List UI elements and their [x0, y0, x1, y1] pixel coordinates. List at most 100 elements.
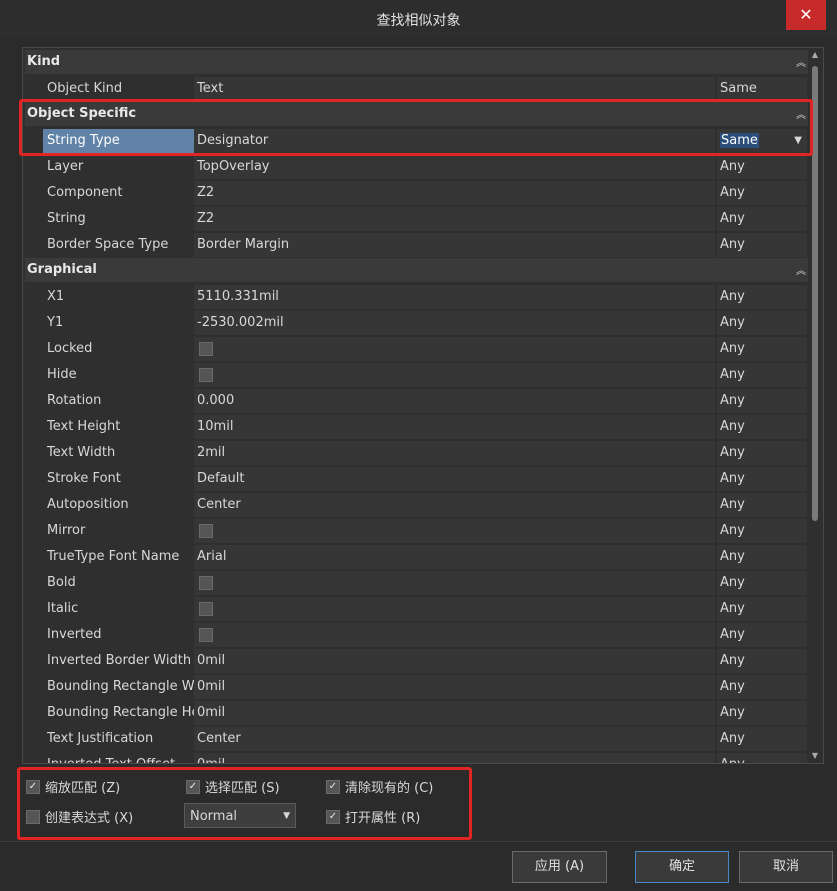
scroll-down-icon[interactable]: ▼	[809, 751, 821, 760]
property-row[interactable]: Component Z2 Any	[25, 180, 808, 206]
match-mode[interactable]: Any	[717, 155, 807, 179]
property-row[interactable]: Inverted Text Offset0mil Any	[25, 752, 808, 763]
footer-divider	[0, 841, 837, 842]
property-value[interactable]: Default	[194, 467, 715, 491]
property-value[interactable]: Arial	[194, 545, 715, 569]
property-value[interactable]	[194, 337, 715, 361]
category-header[interactable]: Graphical ︽	[25, 258, 808, 282]
property-value[interactable]	[194, 363, 715, 387]
create-expression-checkbox[interactable]: 创建表达式 (X)	[26, 807, 133, 826]
mask-mode-select[interactable]: Normal ▼	[184, 803, 296, 828]
property-value[interactable]: 0mil	[194, 701, 715, 725]
property-row[interactable]: Autoposition Center Any	[25, 492, 808, 518]
match-mode[interactable]: Same	[717, 77, 807, 101]
property-row[interactable]: Text Width 2mil Any	[25, 440, 808, 466]
match-mode[interactable]: Any	[717, 285, 807, 309]
match-mode[interactable]: Any	[717, 233, 807, 257]
property-row[interactable]: Bounding Rectangle Hei 0mil Any	[25, 700, 808, 726]
property-value[interactable]	[194, 571, 715, 595]
property-row[interactable]: Inverted Any	[25, 622, 808, 648]
property-name: Stroke Font	[43, 467, 195, 491]
ok-button[interactable]: 确定	[635, 851, 729, 883]
match-mode[interactable]: Any	[717, 597, 807, 621]
match-mode[interactable]: Any	[717, 389, 807, 413]
category-header[interactable]: Kind ︽	[25, 50, 808, 74]
property-row[interactable]: Bold Any	[25, 570, 808, 596]
property-row[interactable]: Bounding Rectangle Wid 0mil Any	[25, 674, 808, 700]
property-row[interactable]: Italic Any	[25, 596, 808, 622]
category-label: Graphical	[27, 262, 97, 277]
property-value[interactable]: 5110.331mil	[194, 285, 715, 309]
property-row[interactable]: Text Height 10mil Any	[25, 414, 808, 440]
property-value[interactable]: Border Margin	[194, 233, 715, 257]
vertical-scrollbar[interactable]: ▲ ▼	[809, 50, 821, 760]
property-row[interactable]: Layer TopOverlay Any	[25, 154, 808, 180]
property-row[interactable]: Y1 -2530.002mil Any	[25, 310, 808, 336]
close-icon: ✕	[799, 5, 813, 24]
match-mode[interactable]: Any	[717, 649, 807, 673]
property-name: Y1	[43, 311, 195, 335]
property-row[interactable]: Text Justification Center Any	[25, 726, 808, 752]
property-value[interactable]: -2530.002mil	[194, 311, 715, 335]
match-mode[interactable]: Any	[717, 623, 807, 647]
match-mode[interactable]: Any	[717, 363, 807, 387]
property-row[interactable]: Locked Any	[25, 336, 808, 362]
match-mode[interactable]: Any	[717, 311, 807, 335]
property-value[interactable]: 0mil	[194, 675, 715, 699]
match-mode[interactable]: Any	[717, 467, 807, 491]
property-row[interactable]: Mirror Any	[25, 518, 808, 544]
match-mode[interactable]: Any	[717, 727, 807, 751]
property-value[interactable]: Center	[194, 727, 715, 751]
cancel-button[interactable]: 取消	[739, 851, 833, 883]
property-value[interactable]: Text	[194, 77, 715, 101]
close-button[interactable]: ✕	[786, 0, 826, 30]
match-mode[interactable]: Any	[717, 337, 807, 361]
property-checkbox[interactable]	[199, 627, 213, 642]
match-mode[interactable]: Any	[717, 519, 807, 543]
property-checkbox[interactable]	[199, 601, 213, 616]
match-mode[interactable]: Any	[717, 753, 807, 763]
match-mode[interactable]: Any	[717, 441, 807, 465]
property-row[interactable]: X1 5110.331mil Any	[25, 284, 808, 310]
match-mode[interactable]: Any	[717, 571, 807, 595]
property-row[interactable]: Rotation 0.000 Any	[25, 388, 808, 414]
match-mode[interactable]: Any	[717, 207, 807, 231]
property-value[interactable]	[194, 597, 715, 621]
property-value[interactable]	[194, 623, 715, 647]
select-matching-checkbox[interactable]: ✓ 选择匹配 (S)	[186, 777, 280, 796]
property-row[interactable]: Border Space Type Border Margin Any	[25, 232, 808, 258]
property-name: Inverted	[43, 623, 195, 647]
property-value[interactable]: 0.000	[194, 389, 715, 413]
property-row[interactable]: Stroke Font Default Any	[25, 466, 808, 492]
property-value[interactable]: 10mil	[194, 415, 715, 439]
property-row[interactable]: Inverted Border Width 0mil Any	[25, 648, 808, 674]
property-value[interactable]: 0mil	[194, 649, 715, 673]
property-checkbox[interactable]	[199, 523, 213, 538]
zoom-matching-checkbox[interactable]: ✓ 缩放匹配 (Z)	[26, 777, 120, 796]
property-value[interactable]: Center	[194, 493, 715, 517]
property-value[interactable]: 2mil	[194, 441, 715, 465]
match-mode[interactable]: Any	[717, 701, 807, 725]
match-mode[interactable]: Any	[717, 415, 807, 439]
clear-existing-checkbox[interactable]: ✓ 清除现有的 (C)	[326, 777, 433, 796]
property-value[interactable]: TopOverlay	[194, 155, 715, 179]
property-value[interactable]: Z2	[194, 207, 715, 231]
match-mode[interactable]: Any	[717, 675, 807, 699]
match-mode[interactable]: Any	[717, 181, 807, 205]
collapse-chevron-icon[interactable]: ︽	[796, 262, 806, 277]
open-properties-checkbox[interactable]: ✓ 打开属性 (R)	[326, 807, 420, 826]
property-value[interactable]: 0mil	[194, 753, 715, 763]
property-row[interactable]: TrueType Font Name Arial Any	[25, 544, 808, 570]
property-row[interactable]: String Z2 Any	[25, 206, 808, 232]
match-mode[interactable]: Any	[717, 545, 807, 569]
property-row[interactable]: Hide Any	[25, 362, 808, 388]
property-checkbox[interactable]	[199, 341, 213, 356]
property-value[interactable]	[194, 519, 715, 543]
collapse-chevron-icon[interactable]: ︽	[796, 54, 806, 69]
apply-button[interactable]: 应用 (A)	[512, 851, 607, 883]
property-checkbox[interactable]	[199, 575, 213, 590]
property-checkbox[interactable]	[199, 367, 213, 382]
match-mode[interactable]: Any	[717, 493, 807, 517]
property-value[interactable]: Z2	[194, 181, 715, 205]
scroll-up-icon[interactable]: ▲	[809, 50, 821, 59]
